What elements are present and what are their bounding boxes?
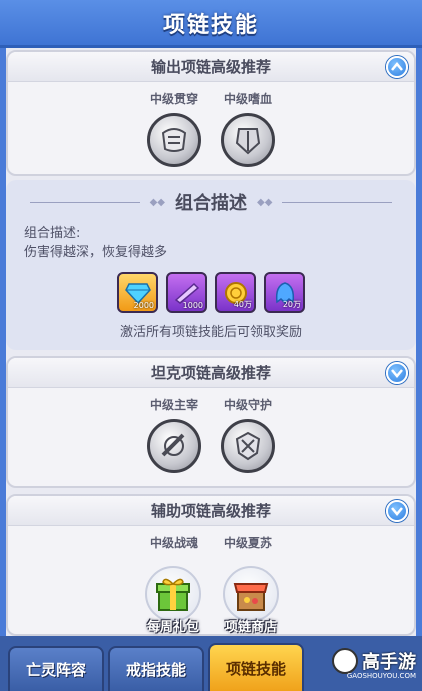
reward-count: 2000	[133, 301, 154, 310]
reward-list: 2000 1000 40万 20万	[6, 272, 416, 313]
chevron-down-icon[interactable]	[386, 500, 408, 522]
divider	[29, 201, 140, 203]
skill-guardian[interactable]: 中级守护	[218, 396, 278, 473]
section-header[interactable]: 输出项链高级推荐	[8, 52, 414, 82]
skill-xiasu[interactable]: 中级夏苏	[218, 534, 278, 557]
chevron-up-icon[interactable]	[386, 56, 408, 78]
section-header[interactable]: 辅助项链高级推荐	[8, 496, 414, 526]
output-recommend-section: 输出项链高级推荐 中级贯穿 中级嗜血	[6, 50, 416, 176]
skill-name: 中级战魂	[149, 536, 198, 550]
shop-stall-icon	[223, 566, 279, 622]
tab-ring-skills[interactable]: 戒指技能	[108, 646, 204, 691]
weekly-gift-label: 每周礼包	[146, 620, 199, 635]
diamond-ornament-icon: ◆◆	[149, 196, 165, 208]
skill-name: 中级守护	[223, 398, 272, 412]
section-header[interactable]: 坦克项链高级推荐	[8, 358, 414, 388]
combo-desc-label: 组合描述:	[24, 226, 81, 241]
necklace-shop-label: 项链商店	[224, 620, 277, 635]
skill-name: 中级主宰	[149, 398, 198, 412]
skill-name: 中级贯穿	[149, 92, 198, 106]
combo-note: 激活所有项链技能后可领取奖励	[119, 325, 302, 340]
skill-name: 中级夏苏	[223, 536, 272, 550]
right-frame	[416, 48, 422, 691]
combo-desc-text: 伤害得越深，恢复得越多	[24, 245, 168, 260]
combo-header: ◆◆ 组合描述 ◆◆	[6, 180, 416, 224]
dominate-skill-icon[interactable]	[147, 419, 201, 473]
combo-panel: ◆◆ 组合描述 ◆◆ 组合描述: 伤害得越深，恢复得越多 2000 1000 4…	[6, 180, 416, 350]
guardian-skill-icon[interactable]	[221, 419, 275, 473]
support-recommend-section: 辅助项链高级推荐 中级战魂 中级夏苏	[6, 494, 416, 636]
pierce-skill-icon[interactable]	[147, 113, 201, 167]
combo-description: 组合描述: 伤害得越深，恢复得越多	[6, 224, 416, 262]
reward-item[interactable]: 1000	[166, 272, 207, 313]
section-title: 辅助项链高级推荐	[150, 502, 271, 520]
reward-count: 1000	[182, 301, 203, 310]
chevron-down-icon[interactable]	[386, 362, 408, 384]
reward-item[interactable]: 20万	[264, 272, 305, 313]
necklace-shop-button[interactable]: 项链商店	[218, 566, 284, 635]
watermark-subtext: GAOSHOUYOU.COM	[346, 672, 416, 680]
reward-count: 20万	[282, 300, 301, 309]
skill-pierce[interactable]: 中级贯穿	[144, 90, 204, 167]
watermark-logo-icon	[332, 648, 358, 674]
combo-title: 组合描述	[175, 193, 247, 214]
page-header: 项链技能	[0, 0, 422, 48]
gift-box-icon	[145, 566, 201, 622]
tank-recommend-section: 坦克项链高级推荐 中级主宰 中级守护	[6, 356, 416, 488]
page-title: 项链技能	[162, 12, 259, 38]
divider	[282, 201, 393, 203]
reward-item[interactable]: 2000	[117, 272, 158, 313]
diamond-ornament-icon: ◆◆	[257, 196, 273, 208]
skill-battle-soul[interactable]: 中级战魂	[144, 534, 204, 557]
reward-count: 40万	[233, 300, 252, 309]
skill-bloodthirst[interactable]: 中级嗜血	[218, 90, 278, 167]
bloodthirst-skill-icon[interactable]	[221, 113, 275, 167]
skill-name: 中级嗜血	[223, 92, 272, 106]
weekly-gift-button[interactable]: 每周礼包	[140, 566, 206, 635]
reward-item[interactable]: 40万	[215, 272, 256, 313]
section-title: 输出项链高级推荐	[150, 58, 271, 76]
tab-undead-lineup[interactable]: 亡灵阵容	[8, 646, 104, 691]
tab-necklace-skills[interactable]: 项链技能	[208, 643, 304, 691]
watermark: 高手游 GAOSHOUYOU.COM	[332, 648, 416, 680]
skill-dominate[interactable]: 中级主宰	[144, 396, 204, 473]
section-title: 坦克项链高级推荐	[150, 364, 271, 382]
watermark-text: 高手游	[362, 652, 416, 673]
